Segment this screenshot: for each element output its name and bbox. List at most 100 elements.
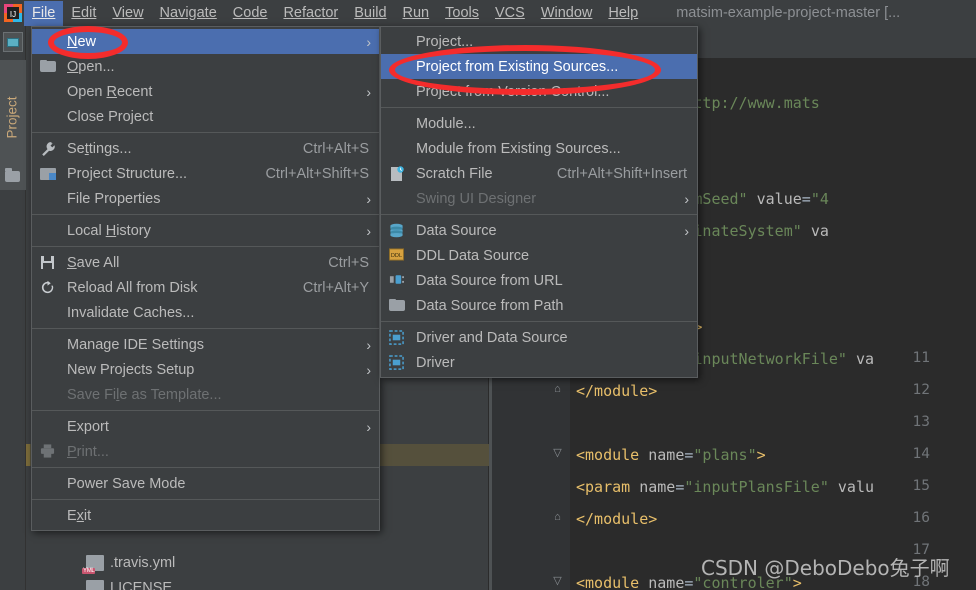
sidebar-item-project[interactable]: Project — [0, 60, 26, 190]
chevron-right-icon: › — [366, 336, 371, 353]
file-menu-item-invalidate-caches[interactable]: Invalidate Caches... — [32, 300, 379, 325]
no-icon — [389, 191, 411, 207]
file-menu-item-save-file-as-template[interactable]: Save File as Template... — [32, 382, 379, 407]
chevron-right-icon: › — [684, 222, 689, 239]
menu-bar: IJ File Edit View Navigate Code Refactor… — [0, 0, 976, 26]
menu-view[interactable]: View — [104, 1, 151, 26]
menu-separator — [32, 246, 379, 247]
print-icon — [40, 443, 62, 460]
menu-refactor[interactable]: Refactor — [275, 1, 346, 26]
new-submenu-item-module[interactable]: Module... — [381, 111, 697, 136]
no-icon — [389, 59, 411, 75]
file-menu-item-export[interactable]: Export › — [32, 414, 379, 439]
menu-separator — [32, 328, 379, 329]
url-icon — [389, 273, 411, 289]
file-menu-popup[interactable]: New › Open... Open Recent › Close Project Sett… — [31, 26, 380, 531]
file-menu-item-reload-all-from-disk-shortcut: Ctrl+Alt+Y — [302, 279, 369, 296]
menu-code-label: Code — [232, 4, 268, 21]
chevron-right-icon: › — [684, 190, 689, 207]
file-menu-item-open-recent[interactable]: Open Recent › — [32, 79, 379, 104]
new-submenu-item-project-from-existing-sources[interactable]: Project from Existing Sources... — [381, 54, 697, 79]
file-menu-item-new-projects-setup-label: New Projects Setup — [67, 361, 195, 378]
code-fold-toggle[interactable]: ⌂ — [552, 384, 563, 395]
menu-window[interactable]: Window — [533, 1, 601, 26]
intellij-idea-logo: IJ — [2, 2, 24, 24]
file-menu-item-manage-ide-settings[interactable]: Manage IDE Settings › — [32, 332, 379, 357]
menu-separator — [32, 499, 379, 500]
file-menu-item-project-structure[interactable]: Project Structure... Ctrl+Alt+Shift+S — [32, 161, 379, 186]
chevron-right-icon: › — [366, 361, 371, 378]
menu-edit[interactable]: Edit — [63, 1, 104, 26]
no-icon — [389, 116, 411, 132]
menu-help[interactable]: Help — [600, 1, 646, 26]
no-icon — [40, 109, 62, 125]
menu-file[interactable]: File — [24, 0, 64, 26]
new-submenu-item-scratch-file[interactable]: Scratch File Ctrl+Alt+Shift+Insert — [381, 161, 697, 186]
new-submenu-item-data-source-label: Data Source — [416, 222, 497, 239]
new-submenu-item-project-from-version-control[interactable]: Project from Version Control... — [381, 79, 697, 104]
new-submenu-item-swing-ui-designer-label: Swing UI Designer — [416, 190, 537, 207]
layout-icon — [7, 37, 19, 47]
menu-view-label: View — [112, 4, 144, 21]
menu-vcs-label: VCS — [494, 4, 525, 21]
file-menu-item-reload-all-from-disk[interactable]: Reload All from Disk Ctrl+Alt+Y — [32, 275, 379, 300]
file-menu-item-file-properties[interactable]: File Properties › — [32, 186, 379, 211]
file-menu-item-save-all[interactable]: Save All Ctrl+S — [32, 250, 379, 275]
file-menu-item-settings-shortcut: Ctrl+Alt+S — [302, 140, 369, 157]
scratch-file-icon — [389, 165, 411, 182]
svg-text:DDL: DDL — [391, 252, 402, 258]
chevron-right-icon: › — [366, 418, 371, 435]
file-menu-item-settings[interactable]: Settings... Ctrl+Alt+S — [32, 136, 379, 161]
file-menu-item-local-history[interactable]: Local History › — [32, 218, 379, 243]
file-menu-item-new-projects-setup[interactable]: New Projects Setup › — [32, 357, 379, 382]
menu-separator — [32, 214, 379, 215]
menu-vcs[interactable]: VCS — [487, 1, 533, 26]
menu-code[interactable]: Code — [225, 1, 276, 26]
text-file-icon — [86, 580, 104, 590]
menu-build[interactable]: Build — [346, 1, 394, 26]
menu-tools-label: Tools — [445, 4, 479, 21]
new-submenu-item-data-source-from-path[interactable]: Data Source from Path — [381, 293, 697, 318]
menu-separator — [32, 132, 379, 133]
new-submenu-item-data-source[interactable]: Data Source › — [381, 218, 697, 243]
menu-run[interactable]: Run — [395, 1, 438, 26]
file-menu-item-file-properties-label: File Properties — [67, 190, 161, 207]
sidebar-item-project-label: Project — [4, 96, 20, 139]
list-item[interactable]: LICENSE — [86, 577, 172, 590]
database-icon — [389, 223, 411, 239]
chevron-right-icon: › — [366, 33, 371, 50]
list-item[interactable]: .travis.yml — [82, 552, 175, 574]
new-submenu-item-data-source-from-url[interactable]: Data Source from URL — [381, 268, 697, 293]
file-menu-item-save-all-shortcut: Ctrl+S — [328, 254, 369, 271]
file-menu-item-new[interactable]: New › — [32, 29, 379, 54]
new-submenu-item-swing-ui-designer[interactable]: Swing UI Designer › — [381, 186, 697, 211]
no-icon — [40, 337, 62, 353]
file-menu-item-close-project[interactable]: Close Project — [32, 104, 379, 129]
file-menu-item-exit[interactable]: Exit — [32, 503, 379, 528]
menu-tools[interactable]: Tools — [437, 1, 487, 26]
menu-navigate-label: Navigate — [159, 4, 217, 21]
svg-text:IJ: IJ — [10, 10, 16, 19]
file-menu-item-print-label: Print... — [67, 443, 109, 460]
file-menu-item-save-file-as-template-label: Save File as Template... — [67, 386, 222, 403]
line-number: 15 — [912, 478, 930, 494]
file-menu-item-open[interactable]: Open... — [32, 54, 379, 79]
new-submenu-item-driver[interactable]: Driver — [381, 350, 697, 375]
new-submenu-item-module-from-existing-sources[interactable]: Module from Existing Sources... — [381, 136, 697, 161]
code-fold-toggle[interactable]: ▽ — [552, 576, 563, 587]
new-submenu-item-ddl-data-source[interactable]: DDL DDL Data Source — [381, 243, 697, 268]
no-icon — [40, 387, 62, 403]
restore-layout-button[interactable] — [3, 32, 23, 52]
new-submenu-item-driver-and-data-source[interactable]: Driver and Data Source — [381, 325, 697, 350]
code-line: </module> — [576, 510, 658, 528]
no-icon — [389, 141, 411, 157]
code-fold-toggle[interactable]: ▽ — [552, 448, 563, 459]
new-submenu-item-project[interactable]: Project... — [381, 29, 697, 54]
new-submenu-popup[interactable]: Project... Project from Existing Sources.… — [380, 26, 698, 378]
file-menu-item-power-save-mode[interactable]: Power Save Mode — [32, 471, 379, 496]
file-menu-item-print[interactable]: Print... — [32, 439, 379, 464]
code-fold-toggle[interactable]: ⌂ — [552, 512, 563, 523]
reload-icon — [40, 280, 62, 296]
menu-navigate[interactable]: Navigate — [152, 1, 225, 26]
